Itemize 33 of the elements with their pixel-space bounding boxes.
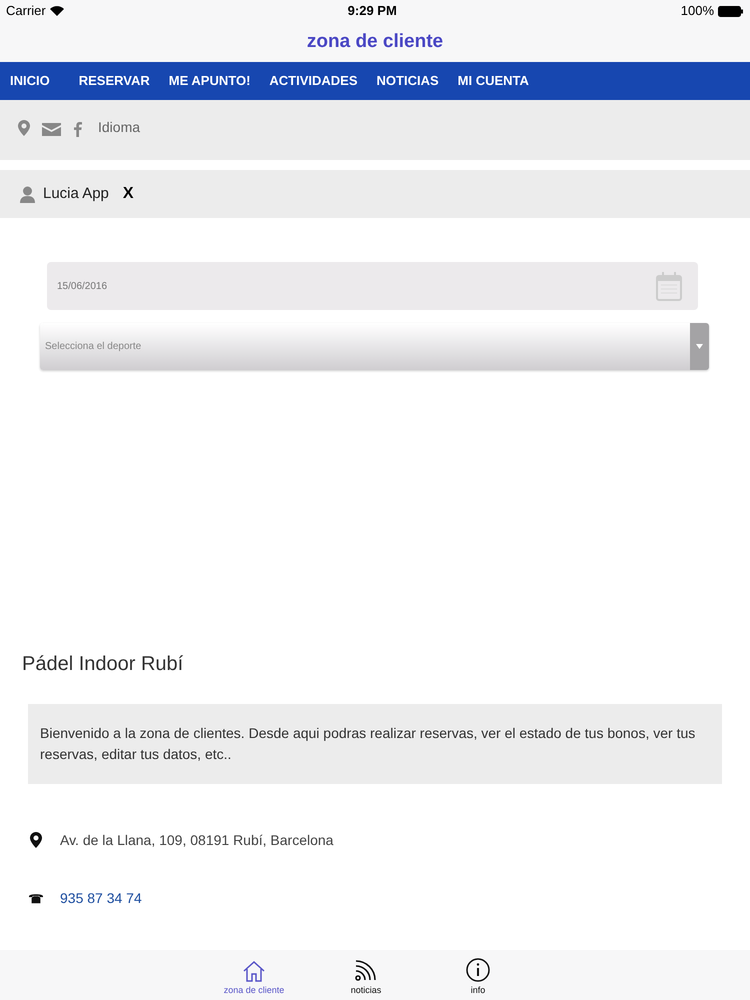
welcome-text: Bienvenido a la zona de clientes. Desde aqui podras realizar reservas, ver el estado de tus bonos, ver tus reservas, editar tus datos, etc.. [40,724,696,764]
logout-button[interactable]: X [122,182,134,206]
tab-bar-item[interactable]: info [442,950,514,1000]
location-pin-icon [18,120,30,136]
mail-icon[interactable] [42,123,61,136]
phone-link[interactable]: 935 87 34 74 [60,888,142,908]
tab-bar-item[interactable]: zona de cliente [218,950,290,1000]
nav-link[interactable]: ME APUNTO! [168,71,250,91]
language-link[interactable]: Idioma [98,117,140,138]
home-icon [242,960,266,982]
clock: 9:29 PM [348,2,397,20]
club-name: Pádel Indoor Rubí [22,653,184,675]
rss-icon [354,958,378,982]
nav-link[interactable]: ACTIVIDADES [269,71,358,91]
date-field[interactable]: 15/06/2016 [47,262,698,310]
telephone-icon [29,892,43,904]
info-icon [466,958,490,982]
location-pin-icon [30,832,42,848]
battery-label: 100% [680,2,714,20]
page-title: zona de cliente [306,30,444,54]
nav-link[interactable]: INICIO [10,71,50,91]
address-text: Av. de la Llana, 109, 08191 Rubí, Barcelona [60,830,334,850]
nav-link[interactable]: RESERVAR [78,71,150,91]
nav-link[interactable]: MI CUENTA [458,71,529,91]
wifi-icon [50,6,64,16]
battery-icon [718,6,744,16]
facebook-icon[interactable] [73,122,82,137]
tab-bar-item[interactable]: noticias [330,950,402,1000]
user-icon [20,186,35,202]
dropdown-arrow-icon [696,344,703,349]
user-name: Lucia App [43,184,109,204]
nav-link[interactable]: NOTICIAS [376,71,439,91]
carrier-label: Carrier [6,2,46,20]
